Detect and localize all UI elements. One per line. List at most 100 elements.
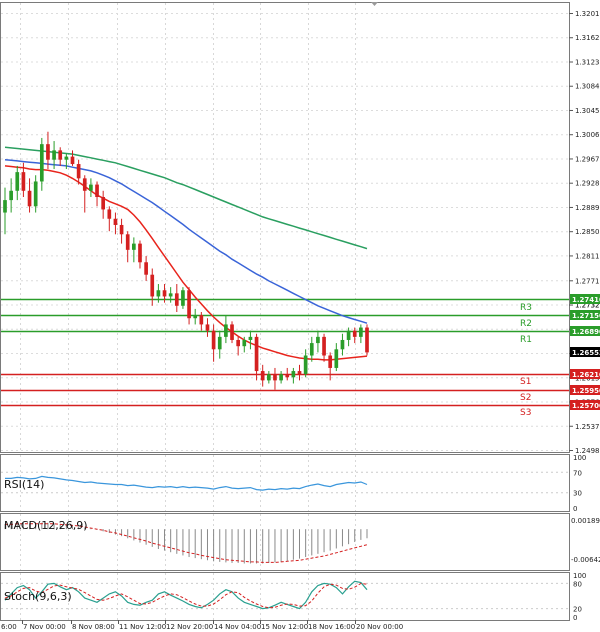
candle-body xyxy=(328,355,333,368)
candle-body xyxy=(89,184,93,191)
stoch-tick-label: 20 xyxy=(573,606,582,614)
candle-body xyxy=(33,181,38,207)
level-price-s2: 1.25950 xyxy=(572,387,600,395)
candle-body xyxy=(365,327,369,353)
candle-body xyxy=(168,293,173,297)
candle-body xyxy=(58,150,63,160)
candle-body xyxy=(52,150,56,160)
stoch-label: Stoch(9,6,3) xyxy=(4,590,72,603)
level-price-r2: 1.27150 xyxy=(572,312,600,320)
stoch-tick-label: 80 xyxy=(573,580,582,588)
candle-body xyxy=(224,324,228,337)
candle-body xyxy=(205,324,210,331)
candle-body xyxy=(248,336,253,340)
stoch-tick-label: 100 xyxy=(573,572,586,580)
candle-body xyxy=(162,290,167,297)
time-tick-label: 15 Nov 12:00 xyxy=(261,623,308,631)
rsi-tick-label: 70 xyxy=(573,469,582,477)
level-label-s3: S3 xyxy=(520,408,531,418)
candle-body xyxy=(21,172,26,191)
level-label-r1: R1 xyxy=(520,335,532,345)
candle-body xyxy=(297,371,302,375)
candle-body xyxy=(132,243,136,250)
price-tick-label: 1.30060 xyxy=(575,131,600,139)
candle-body xyxy=(322,336,326,356)
price-tick-label: 1.30450 xyxy=(575,107,600,115)
level-label-r3: R3 xyxy=(520,303,532,313)
candle-body xyxy=(359,327,363,337)
rsi-tick-label: 0 xyxy=(573,505,577,513)
time-tick-label: 14 Nov 04:00 xyxy=(214,623,261,631)
candle-body xyxy=(193,315,198,319)
current-price-label: 1.26552 xyxy=(572,349,600,357)
level-label-s1: S1 xyxy=(520,377,531,387)
candle-body xyxy=(266,374,271,381)
candle-body xyxy=(334,349,339,368)
price-tick-label: 1.32010 xyxy=(575,10,600,18)
price-tick-label: 1.27710 xyxy=(575,277,600,285)
candle-body xyxy=(27,190,32,207)
candle-body xyxy=(199,315,204,325)
candle-body xyxy=(70,156,75,165)
candle-body xyxy=(352,330,357,337)
candle xyxy=(230,321,234,344)
rsi-tick-label: 30 xyxy=(573,490,582,498)
pane-main xyxy=(0,2,570,453)
candle-body xyxy=(217,336,222,350)
candle-body xyxy=(101,197,106,210)
candle-body xyxy=(39,144,44,182)
time-tick-label: 7 Nov 00:00 xyxy=(23,623,66,631)
candle-body xyxy=(119,224,124,235)
time-tick-label: 20 Nov 00:00 xyxy=(356,623,403,631)
candle-body xyxy=(107,209,112,219)
rsi-tick-label: 100 xyxy=(573,454,586,462)
candle xyxy=(181,287,185,309)
candle-body xyxy=(285,374,290,378)
forex-chart: 1.32010 1.31620 1.31230 1.30840 1.30450 1.300… xyxy=(0,2,600,631)
candle-body xyxy=(230,324,234,340)
level-price-r3: 1.27410 xyxy=(572,296,600,304)
candle-body xyxy=(346,330,351,340)
candle-body xyxy=(181,290,185,306)
candle-body xyxy=(242,339,247,347)
macd-tick-label: 0.001891 xyxy=(571,517,600,525)
stoch-tick-label: 0 xyxy=(573,614,577,622)
candle-body xyxy=(113,218,118,225)
level-label-s2: S2 xyxy=(520,393,531,403)
candle-body xyxy=(303,355,308,375)
rsi-label: RSI(14) xyxy=(4,478,44,491)
candle-body xyxy=(138,243,142,263)
candle-body xyxy=(291,371,296,378)
price-tick-label: 1.28890 xyxy=(575,204,600,212)
candle-body xyxy=(144,262,148,275)
candle-body xyxy=(3,200,7,213)
candle-body xyxy=(316,336,320,344)
candle-body xyxy=(236,339,240,347)
candle-body xyxy=(279,374,283,381)
level-price-s1: 1.26210 xyxy=(572,371,600,379)
price-tick-label: 1.29670 xyxy=(575,155,600,163)
chart-screen: 1.32010 1.31620 1.31230 1.30840 1.30450 1.300… xyxy=(0,0,600,632)
level-label-r2: R2 xyxy=(520,319,532,329)
time-tick-label: 11 Nov 12:00 xyxy=(119,623,166,631)
time-tick-label: 18 Nov 16:00 xyxy=(308,623,355,631)
price-tick-label: 1.25370 xyxy=(575,423,600,431)
time-axis: 6:00 7 Nov 00:00 8 Nov 08:00 11 Nov 12:00 12… xyxy=(1,620,403,631)
candle-body xyxy=(46,144,50,160)
candle-body xyxy=(309,343,314,356)
level-price-r1: 1.26890 xyxy=(572,328,600,336)
price-tick-label: 1.31620 xyxy=(575,34,600,42)
candle xyxy=(365,324,369,356)
candle-body xyxy=(340,339,345,350)
price-tick-label: 1.31230 xyxy=(575,58,600,66)
candle-body xyxy=(150,274,155,297)
candle-body xyxy=(64,156,69,160)
price-tick-label: 1.28110 xyxy=(575,252,600,260)
candle-body xyxy=(125,234,130,250)
time-tick-label: 8 Nov 08:00 xyxy=(72,623,115,631)
candle-body xyxy=(174,293,179,306)
candle-body xyxy=(9,190,13,201)
time-tick-label: 6:00 xyxy=(1,623,17,631)
candle-body xyxy=(211,330,216,350)
candle-body xyxy=(95,184,99,197)
